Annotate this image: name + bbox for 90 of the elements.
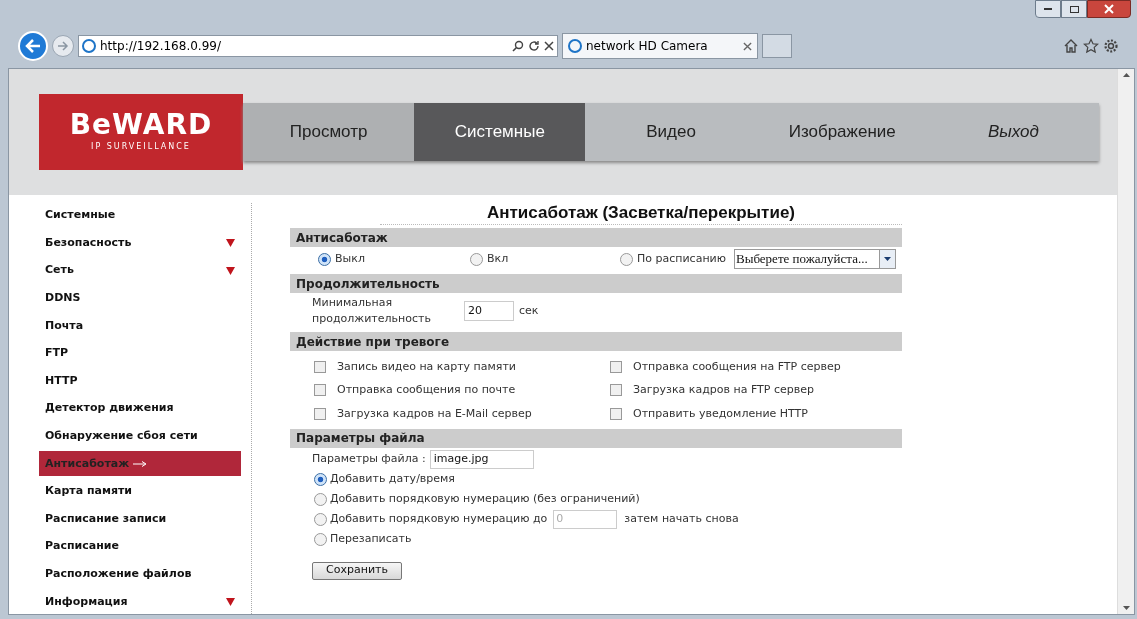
checkbox-label: Отправить уведомление HTTP: [633, 405, 808, 422]
arrow-left-icon: [25, 39, 41, 53]
checkbox[interactable]: [610, 407, 622, 420]
schedule-dropdown[interactable]: Выберете пожалуйста...: [734, 249, 896, 269]
sidebar-item[interactable]: Безопасность: [39, 230, 241, 256]
caret-down-icon: [226, 266, 235, 275]
search-icon: [512, 40, 524, 52]
sidebar-item[interactable]: Детектор движения: [39, 396, 241, 422]
nav-tab[interactable]: Выход: [927, 103, 1099, 161]
page-title: Антисаботаж (Засветка/перекрытие): [380, 203, 902, 225]
section-header: Действие при тревоге: [290, 332, 902, 351]
checkbox[interactable]: [314, 360, 326, 373]
logo-tagline: IP SURVEILLANCE: [91, 141, 191, 153]
refresh-icon: [528, 40, 540, 52]
caret-down-icon: [884, 257, 891, 261]
checkbox[interactable]: [314, 407, 326, 420]
forward-button[interactable]: [52, 35, 74, 57]
radio-button[interactable]: [314, 493, 327, 506]
scrollbar[interactable]: [1117, 69, 1134, 614]
radio-label: Добавить дату/время: [330, 471, 455, 488]
tab-title: network HD Camera: [586, 38, 709, 55]
nav-tab[interactable]: Системные: [414, 103, 586, 161]
radio-button[interactable]: [314, 473, 327, 486]
home-icon[interactable]: [1063, 38, 1079, 54]
caret-down-icon[interactable]: [1122, 606, 1130, 610]
caret-down-icon: [226, 597, 235, 606]
maximize-button[interactable]: [1061, 0, 1087, 18]
stop-icon: [544, 41, 554, 51]
minimize-button[interactable]: [1035, 0, 1061, 18]
unit-label: сек: [519, 302, 539, 319]
section-header: Антисаботаж: [290, 228, 902, 247]
close-icon[interactable]: [743, 41, 752, 51]
file-name-field[interactable]: image.jpg: [429, 450, 534, 469]
suffix-label: затем начать снова: [624, 511, 739, 528]
checkbox[interactable]: [314, 384, 326, 397]
radio-label: Перезаписать: [330, 531, 412, 548]
caret-up-icon[interactable]: [1122, 73, 1130, 77]
section-header: Продолжительность: [290, 274, 902, 293]
section-header: Параметры файла: [290, 428, 902, 448]
close-icon: [1104, 4, 1114, 14]
save-button[interactable]: Сохранить: [312, 561, 402, 580]
new-tab-button[interactable]: [762, 34, 792, 58]
sidebar-item[interactable]: Карта памяти: [39, 478, 241, 504]
sidebar-item[interactable]: HTTP: [39, 368, 241, 394]
checkbox-label: Отправка сообщения на FTP сервер: [633, 358, 841, 375]
radio-label: Выкл: [335, 250, 365, 267]
logo-wordmark: BeWARD: [69, 111, 213, 139]
browser-tab[interactable]: network HD Camera: [562, 33, 758, 59]
sidebar-item[interactable]: Почта: [39, 313, 241, 339]
radio-label: Вкл: [487, 250, 509, 267]
nav-tab[interactable]: Просмотр: [243, 103, 415, 161]
sidebar-item[interactable]: Информация: [39, 589, 241, 615]
address-bar[interactable]: http://192.168.0.99/: [78, 35, 558, 57]
checkbox-label: Запись видео на карту памяти: [337, 358, 516, 375]
checkbox-label: Загрузка кадров на E-Mail сервер: [337, 405, 532, 422]
sidebar-item[interactable]: Сеть: [39, 258, 241, 284]
settings-icon[interactable]: [1103, 38, 1119, 54]
radio-button[interactable]: [620, 252, 633, 266]
sidebar-item[interactable]: Расположение файлов: [39, 561, 241, 587]
sidebar-item[interactable]: DDNS: [39, 285, 241, 311]
back-button[interactable]: [18, 31, 48, 61]
nav-tab[interactable]: Изображение: [756, 103, 928, 161]
sidebar-item[interactable]: Обнаружение сбоя сети: [39, 423, 241, 449]
sidebar-item[interactable]: Системные: [39, 203, 241, 228]
duration-field[interactable]: 20: [464, 301, 514, 321]
checkbox-label: Отправка сообщения по почте: [337, 382, 516, 398]
star-icon[interactable]: [1083, 38, 1099, 54]
arrow-right-icon: [133, 460, 148, 467]
radio-button[interactable]: [314, 533, 327, 546]
field-label: Минимальная продолжительность: [312, 295, 432, 327]
field-label: Параметры файла :: [312, 451, 426, 468]
checkbox[interactable]: [610, 384, 622, 397]
browser-logo-icon: [568, 39, 582, 53]
url-text: http://192.168.0.99/: [100, 38, 222, 55]
sidebar-item[interactable]: Расписание записи: [39, 506, 241, 532]
arrow-right-icon: [57, 41, 69, 51]
radio-label: Добавить порядковую нумерацию (без ограничений): [330, 491, 640, 508]
radio-button[interactable]: [314, 513, 327, 526]
radio-button[interactable]: [470, 252, 483, 266]
checkbox[interactable]: [610, 360, 622, 373]
nav-tab[interactable]: Видео: [585, 103, 757, 161]
caret-down-icon: [226, 239, 235, 248]
checkbox-label: Загрузка кадров на FTP сервер: [633, 382, 814, 398]
radio-label: Добавить порядковую нумерацию до: [330, 511, 548, 528]
browser-logo-icon: [82, 39, 96, 53]
sidebar-item[interactable]: Расписание: [39, 534, 241, 560]
radio-button[interactable]: [318, 252, 331, 266]
sidebar-item[interactable]: FTP: [39, 340, 241, 366]
radio-label: По расписанию: [637, 250, 726, 267]
close-button[interactable]: [1087, 0, 1131, 18]
